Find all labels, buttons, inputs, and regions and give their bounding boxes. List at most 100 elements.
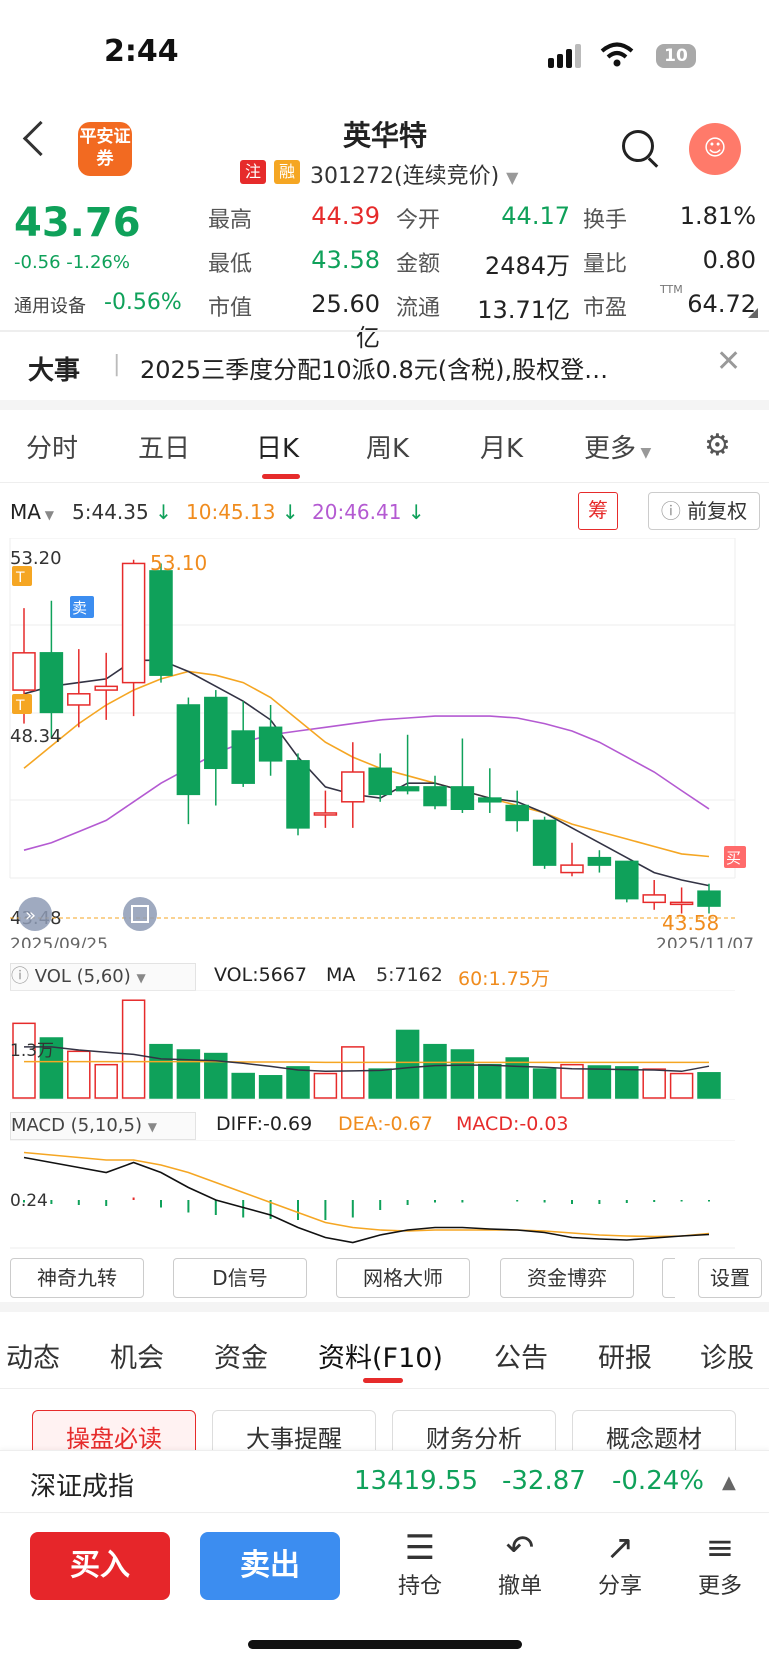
chevron-up-icon[interactable]: ▲ xyxy=(722,1472,736,1493)
volume-chart[interactable]: 1.3万 xyxy=(0,990,769,1100)
tab-dynamic[interactable]: 动态 xyxy=(6,1336,60,1375)
vol-ma60: 60:1.75万 xyxy=(458,968,550,990)
macd-diff: DIFF:-0.69 xyxy=(216,1113,313,1135)
back-button[interactable] xyxy=(22,120,59,157)
divider xyxy=(0,1302,769,1312)
holdings-button[interactable]: ☰ 持仓 xyxy=(385,1528,455,1600)
adjust-mode-button[interactable]: ⓘ 前复权 xyxy=(648,492,760,530)
more-button[interactable]: ≡ 更多 xyxy=(685,1528,755,1600)
tool-d-signal[interactable]: D信号 xyxy=(173,1258,307,1298)
quote-value: 43.58 xyxy=(311,246,380,274)
tool-nine-turn[interactable]: 神奇九转 xyxy=(10,1258,144,1298)
close-icon[interactable]: ✕ xyxy=(716,344,741,379)
candle-body xyxy=(505,804,529,822)
volume-bar xyxy=(669,1072,694,1099)
volume-bar xyxy=(94,1063,118,1099)
ma20-text: 20:46.41 xyxy=(312,500,402,524)
volume-bar xyxy=(368,1068,392,1099)
vol-indicator-selector[interactable]: ⓘ VOL (5,60) ▼ xyxy=(10,963,196,991)
candle-body xyxy=(587,856,612,866)
divider xyxy=(0,1512,769,1513)
candle-body xyxy=(615,860,639,900)
volume-bar xyxy=(231,1072,255,1099)
candle-body xyxy=(395,786,420,792)
tab-monthly-k[interactable]: 月K xyxy=(480,428,523,465)
tool-partial[interactable] xyxy=(662,1258,675,1298)
event-text[interactable]: 2025三季度分配10派0.8元(含税),股权登… xyxy=(140,350,685,385)
margin-tag: 融 xyxy=(274,160,300,184)
candle-body xyxy=(39,652,64,714)
signal-icon xyxy=(548,44,584,68)
candle-body xyxy=(450,786,475,811)
document-icon: ☰ xyxy=(404,1528,436,1568)
broker-logo[interactable]: 平安证券 xyxy=(78,122,132,176)
quote-value: 13.71亿 xyxy=(477,296,570,324)
corner-expand-icon[interactable] xyxy=(748,308,758,318)
candle-body xyxy=(258,726,283,762)
vol-ma-label: MA xyxy=(326,964,356,986)
assistant-avatar[interactable]: ☺ xyxy=(689,123,741,175)
index-name: 深证成指 xyxy=(30,1472,135,1502)
status-time: 2:44 xyxy=(104,34,179,69)
volume-bar xyxy=(615,1066,639,1099)
diff-line xyxy=(23,1156,710,1244)
tab-opportunity[interactable]: 机会 xyxy=(110,1336,164,1375)
quote-label: 最高 xyxy=(208,208,253,233)
candle-body xyxy=(697,890,721,907)
search-icon[interactable] xyxy=(622,130,654,162)
tab-research[interactable]: 研报 xyxy=(598,1336,652,1375)
quote-label: 金额 xyxy=(396,252,441,277)
ma5-text: 5:44.35 xyxy=(72,500,149,524)
kline-chart[interactable]: 53.20 48.34 43.48 53.10 43.58 T T 卖 买 » … xyxy=(0,538,769,948)
volume-bar xyxy=(587,1065,612,1099)
tab-daily-k[interactable]: 日K xyxy=(256,428,299,465)
tab-announcements[interactable]: 公告 xyxy=(494,1336,548,1375)
volume-bar xyxy=(560,1063,584,1099)
tab-five-day[interactable]: 五日 xyxy=(138,428,190,465)
candle-body xyxy=(94,685,118,691)
buy-button[interactable]: 买入 xyxy=(30,1532,170,1600)
divider xyxy=(0,1388,769,1389)
chip-distribution-button[interactable]: 筹 xyxy=(578,492,618,530)
tab-f10[interactable]: 资料(F10) xyxy=(318,1336,443,1375)
sell-button[interactable]: 卖出 xyxy=(200,1532,340,1600)
tool-settings[interactable]: 设置 xyxy=(698,1258,762,1298)
stock-name: 英华特 xyxy=(342,119,427,152)
candle-body xyxy=(423,786,447,807)
cancel-order-label: 撤单 xyxy=(497,1574,542,1599)
volume-bar xyxy=(697,1072,721,1099)
ma-selector[interactable]: MA ▼ xyxy=(10,500,54,524)
tool-grid-master[interactable]: 网格大师 xyxy=(336,1258,470,1298)
gear-icon[interactable]: ⚙ xyxy=(704,428,731,463)
tab-weekly-k[interactable]: 周K xyxy=(366,428,409,465)
vol-axis-label: 1.3万 xyxy=(10,1041,54,1061)
event-title: 大事 xyxy=(28,356,81,386)
ma10-text: 10:45.13 xyxy=(186,500,276,524)
candle-body xyxy=(204,696,228,770)
tab-underline xyxy=(262,474,300,479)
tab-funds[interactable]: 资金 xyxy=(214,1336,268,1375)
quote-value: 44.39 xyxy=(311,202,380,230)
tool-fund-game[interactable]: 资金博弈 xyxy=(500,1258,634,1298)
quote-value: 0.80 xyxy=(702,246,756,274)
macd-chart[interactable]: 0.24 xyxy=(0,1140,769,1250)
volume-bar xyxy=(642,1068,666,1099)
tab-intraday[interactable]: 分时 xyxy=(26,428,78,465)
sector-change: -0.56% xyxy=(104,290,182,315)
stock-code[interactable]: 301272(连续竞价) ▼ xyxy=(310,158,518,190)
candle-body xyxy=(368,767,392,796)
cancel-order-button[interactable]: ↶ 撤单 xyxy=(485,1528,555,1600)
fullscreen-icon[interactable] xyxy=(123,897,157,931)
sector-label[interactable]: 通用设备 xyxy=(14,292,86,318)
quote-label: 量比 xyxy=(583,252,628,277)
tab-more[interactable]: 更多 ▼ xyxy=(584,428,651,465)
tab-diagnosis[interactable]: 诊股 xyxy=(700,1336,754,1375)
info-icon: ⓘ xyxy=(11,966,29,987)
macd-indicator-selector[interactable]: MACD (5,10,5) ▼ xyxy=(10,1112,196,1140)
candle-body xyxy=(67,693,91,706)
quote-label: 今开 xyxy=(396,208,441,233)
date-end: 2025/11/07 xyxy=(656,935,754,948)
share-button[interactable]: ↗ 分享 xyxy=(585,1528,655,1600)
share-icon: ↗ xyxy=(605,1528,635,1568)
price-change: -0.56 -1.26% xyxy=(14,252,130,273)
